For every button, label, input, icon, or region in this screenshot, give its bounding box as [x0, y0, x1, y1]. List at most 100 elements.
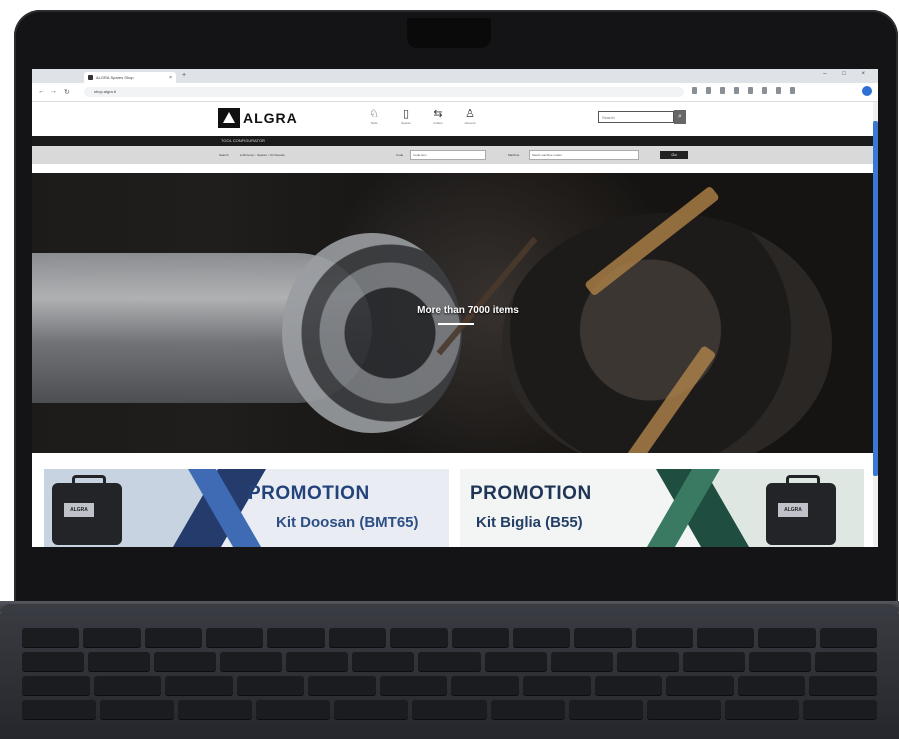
filter-type-options[interactable]: ● All items ○ Spares ○ Kit Doosan	[240, 153, 285, 157]
extension-icon[interactable]	[692, 87, 697, 94]
site-header: ALGRA ♘ Tools ▯ Spares ⇆ Orders ♙ Accoun…	[32, 102, 873, 136]
forward-icon[interactable]: →	[50, 88, 57, 95]
tab-close-icon[interactable]: ×	[169, 75, 172, 81]
nav-label: Account	[464, 121, 476, 125]
key	[286, 652, 349, 671]
case-logo: ALGRA	[778, 503, 808, 517]
nav-label: Tools	[370, 121, 378, 125]
algra-logo-icon	[218, 108, 240, 128]
site-logo[interactable]: ALGRA	[218, 108, 298, 128]
key	[418, 652, 481, 671]
tools-icon: ♘	[369, 108, 379, 120]
extension-icon[interactable]	[790, 87, 795, 94]
keyboard	[22, 628, 878, 739]
key	[22, 652, 85, 671]
nav-item-orders[interactable]: ⇆ Orders	[429, 107, 447, 125]
key-row	[22, 628, 878, 647]
key	[154, 652, 217, 671]
key	[484, 652, 547, 671]
header-nav: ♘ Tools ▯ Spares ⇆ Orders ♙ Account	[365, 107, 479, 125]
search-button[interactable]: ⌕	[674, 110, 686, 124]
key	[682, 652, 745, 671]
reload-icon[interactable]: ↻	[64, 88, 70, 96]
address-bar[interactable]: shop.algra.it	[84, 87, 684, 97]
key	[308, 676, 376, 695]
promo-card-doosan[interactable]: ALGRA PROMOTION Kit Doosan (BMT65)	[44, 469, 449, 547]
key	[100, 700, 175, 719]
extension-icon[interactable]	[734, 87, 739, 94]
key	[390, 628, 448, 647]
scrollbar-thumb[interactable]	[873, 121, 878, 476]
nav-item-tools[interactable]: ♘ Tools	[365, 107, 383, 125]
promo-card-biglia[interactable]: ALGRA PROMOTION Kit Biglia (B55)	[460, 469, 864, 547]
key	[83, 628, 141, 647]
extension-icon[interactable]	[748, 87, 753, 94]
hero-title: More than 7000 items	[417, 305, 519, 316]
key	[748, 652, 811, 671]
orders-icon: ⇆	[433, 108, 443, 120]
key-row	[22, 652, 878, 671]
key	[512, 628, 571, 647]
new-tab-button[interactable]: +	[182, 72, 186, 79]
key	[696, 628, 755, 647]
site-search-input[interactable]: Search	[598, 111, 674, 123]
key-row	[22, 676, 877, 695]
key	[724, 700, 799, 719]
key	[451, 628, 509, 647]
extension-icon[interactable]	[706, 87, 711, 94]
key	[379, 676, 448, 695]
key	[594, 676, 663, 695]
key	[256, 700, 331, 719]
browser-toolbar: ← → ↻ shop.algra.it	[32, 83, 878, 102]
key	[328, 628, 387, 647]
key	[206, 628, 264, 647]
key	[144, 628, 203, 647]
spares-icon: ▯	[402, 108, 410, 120]
filter-go-button[interactable]: Go	[660, 151, 688, 159]
extension-icons	[692, 87, 795, 94]
case-logo: ALGRA	[64, 503, 94, 517]
laptop-screen: ALGRA Spares Shop × + – □ × ← → ↻ shop.a…	[32, 69, 878, 547]
key	[490, 700, 565, 719]
window-controls[interactable]: – □ ×	[823, 71, 872, 77]
hero-banner: More than 7000 items	[32, 173, 873, 453]
promotions-section: ALGRA PROMOTION Kit Doosan (BMT65) ALGRA…	[32, 453, 873, 547]
nav-item-account[interactable]: ♙ Account	[461, 107, 479, 125]
key	[220, 652, 283, 671]
extension-icon[interactable]	[762, 87, 767, 94]
code-input[interactable]: Code item	[410, 150, 486, 160]
nav-item-spares[interactable]: ▯ Spares	[397, 107, 415, 125]
key	[165, 676, 233, 695]
favicon-icon	[88, 75, 93, 80]
extension-icon[interactable]	[776, 87, 781, 94]
tool-case-image: ALGRA	[52, 475, 122, 545]
hero-image-chuck	[282, 233, 462, 433]
key	[550, 652, 613, 671]
promo-title: PROMOTION	[470, 483, 592, 504]
key	[635, 628, 693, 647]
hero-underline	[438, 323, 474, 325]
screen-bezel	[32, 547, 878, 585]
key	[574, 628, 632, 647]
key	[451, 676, 520, 695]
key	[22, 628, 80, 647]
browser-tab-strip: ALGRA Spares Shop × + – □ ×	[32, 69, 878, 83]
profile-avatar[interactable]	[862, 86, 872, 96]
extension-icon[interactable]	[720, 87, 725, 94]
filter-bar: Search ● All items ○ Spares ○ Kit Doosan…	[32, 146, 873, 164]
filter-code-label: Code	[396, 153, 404, 157]
browser-tab[interactable]: ALGRA Spares Shop ×	[84, 72, 176, 83]
back-icon[interactable]: ←	[38, 88, 45, 95]
promo-subtitle: Kit Biglia (B55)	[476, 514, 583, 531]
category-bar-label[interactable]: TOOL CONFIGURATOR	[221, 136, 265, 146]
key	[814, 652, 878, 671]
key	[412, 700, 487, 719]
key	[646, 700, 721, 719]
key	[352, 652, 415, 671]
logo-text: ALGRA	[243, 110, 298, 126]
filter-type-label: Search	[219, 153, 229, 157]
key	[523, 676, 591, 695]
key	[809, 676, 877, 695]
key	[334, 700, 409, 719]
machine-select[interactable]: Select machine model	[529, 150, 639, 160]
